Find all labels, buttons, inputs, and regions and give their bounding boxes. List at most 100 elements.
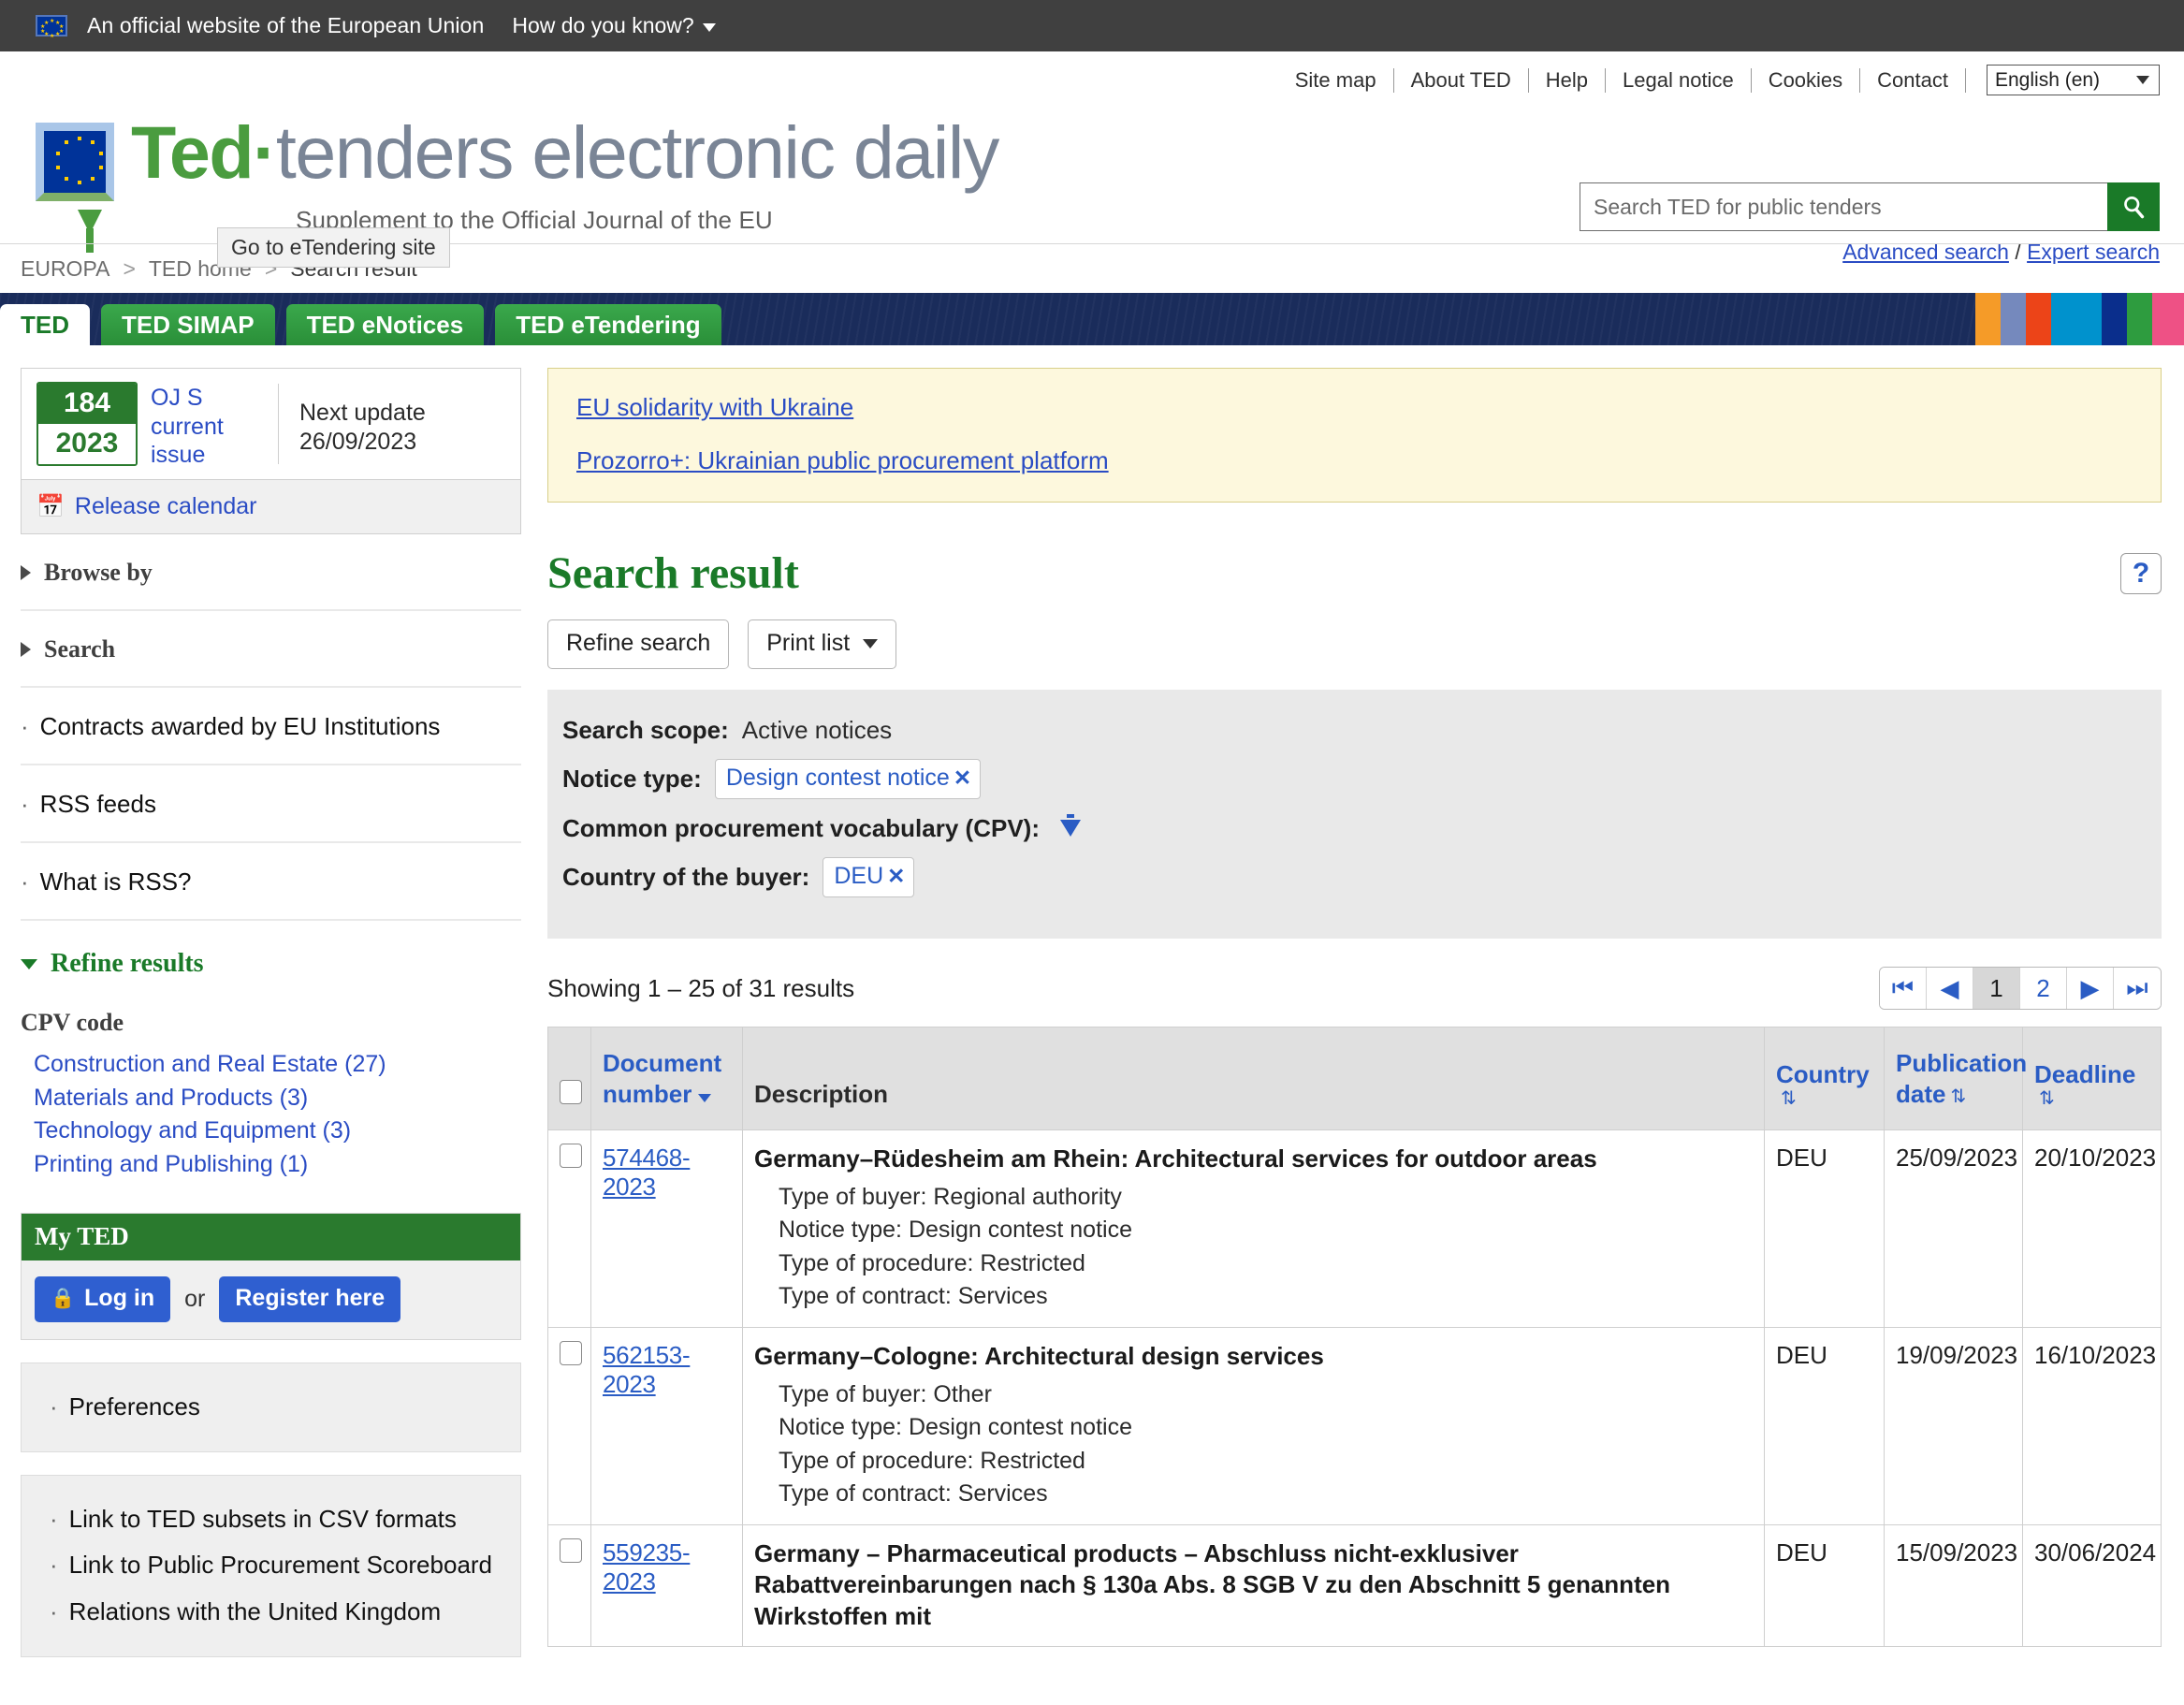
ted-logo[interactable]: Ted·tenders electronic daily Supplement … [36,115,999,253]
release-calendar-link[interactable]: 📅 Release calendar [22,479,520,533]
sidebar-section-browse-by[interactable]: Browse by [21,534,521,611]
breadcrumb-separator: > [123,255,136,281]
oj-next-update-label: Next update [299,400,426,426]
nav-about-ted[interactable]: About TED [1394,68,1528,93]
nav-contact[interactable]: Contact [1860,68,1965,93]
print-list-label: Print list [766,630,851,656]
notice-meta-line: Type of buyer: Regional authority [779,1183,1122,1210]
breadcrumb-europa[interactable]: EUROPA [21,256,109,282]
document-number-link[interactable]: 574468-2023 [603,1144,691,1201]
pagination-page-1[interactable]: 1 [1973,968,2020,1009]
pagination-next[interactable]: ▶ [2067,968,2114,1009]
cpv-item-technology[interactable]: Technology and Equipment (3) [21,1115,521,1148]
release-calendar-label: Release calendar [74,493,257,519]
notice-meta: Type of buyer: Other Notice type: Design… [754,1378,1753,1511]
register-button[interactable]: Register here [219,1276,401,1322]
sidebar-item-uk-relations[interactable]: · Relations with the United Kingdom [22,1589,520,1636]
notice-meta-line: Type of contract: Services [779,1283,1048,1310]
pagination-last[interactable]: ⏭ [2114,968,2161,1009]
print-list-button[interactable]: Print list [748,619,897,669]
sidebar-item-preferences[interactable]: · Preferences [22,1384,520,1431]
language-select[interactable]: English (en) [1987,65,2160,95]
row-publication-date-cell: 15/09/2023 [1884,1523,2023,1647]
sidebar-item-contracts-awarded[interactable]: · Contracts awarded by EU Institutions [21,688,521,765]
cpv-item-materials[interactable]: Materials and Products (3) [21,1082,521,1115]
header-publication-date[interactable]: Publication date ⇅ [1884,1027,2027,1130]
row-checkbox[interactable] [560,1144,582,1168]
oj-issue-link[interactable]: OJ S current issue [138,369,278,479]
sort-desc-icon [698,1093,712,1102]
notice-meta-line: Type of contract: Services [779,1480,1048,1508]
logo-ted-text: Ted [131,110,255,194]
sidebar-item-what-is-rss[interactable]: · What is RSS? [21,843,521,921]
search-input[interactable] [1580,182,2107,231]
row-deadline-cell: 16/10/2023 [2022,1326,2162,1525]
eu-solidarity-ukraine-link[interactable]: EU solidarity with Ukraine [576,393,2161,422]
tab-ted-enotices[interactable]: TED eNotices [285,304,485,345]
select-all-checkbox[interactable] [560,1080,582,1104]
row-select-cell [547,1129,591,1328]
row-checkbox[interactable] [560,1340,582,1365]
pagination-page-2[interactable]: 2 [2020,968,2067,1009]
search-scope-panel: Search scope: Active notices Notice type… [547,690,2162,939]
notice-meta-line: Notice type: Design contest notice [779,1217,1132,1244]
header-document-number[interactable]: Document number [590,1027,743,1130]
row-document-number-cell: 559235-2023 [590,1523,743,1647]
notice-type-row: Notice type: Design contest notice ✕ [562,759,2162,799]
tab-ted-simap[interactable]: TED SIMAP [101,304,275,345]
oj-issue-number: 184 [38,384,136,424]
row-checkbox[interactable] [560,1537,582,1563]
sidebar-item-label: Link to TED subsets in CSV formats [68,1504,457,1533]
oj-issue-badge[interactable]: 184 2023 [36,382,138,466]
prozorro-link[interactable]: Prozorro+: Ukrainian public procurement … [576,446,2161,475]
nav-site-map[interactable]: Site map [1295,68,1393,93]
nav-help[interactable]: Help [1529,68,1605,93]
refine-results-toggle[interactable]: Refine results [21,921,521,979]
preferences-label: Preferences [68,1392,200,1421]
refine-search-button[interactable]: Refine search [547,619,730,669]
nav-cookies[interactable]: Cookies [1752,68,1859,93]
help-button[interactable]: ? [2120,553,2162,594]
logo-dot: · [253,110,277,194]
filter-funnel-icon[interactable] [1059,814,1081,837]
sort-icon: ⇅ [2039,1088,2055,1109]
document-number-link[interactable]: 562153-2023 [603,1341,691,1398]
header-deadline[interactable]: Deadline⇅ [2022,1027,2162,1130]
result-actions: Refine search Print list [547,619,2162,669]
pagination-first[interactable]: ⏮ [1880,968,1927,1009]
logo-tagline-text: tenders electronic daily [275,110,999,194]
sidebar-item-csv-subsets[interactable]: · Link to TED subsets in CSV formats [22,1496,520,1543]
tab-ted[interactable]: TED [0,304,90,345]
etendering-tooltip: Go to eTendering site [217,227,450,268]
sidebar-browse-by-label: Browse by [44,559,153,586]
country-chip[interactable]: DEU ✕ [823,857,915,897]
notice-meta: Type of buyer: Regional authority Notice… [754,1181,1753,1314]
cpv-label: Common procurement vocabulary (CPV): [562,813,1040,842]
how-do-you-know-toggle[interactable]: How do you know? [512,13,716,38]
search-button[interactable] [2107,182,2160,231]
nav-legal-notice[interactable]: Legal notice [1606,68,1751,93]
tab-ted-etendering[interactable]: TED eTendering [495,304,721,345]
table-header-row: Document number Description Country⇅ Pub… [547,1027,2162,1130]
notice-title: Germany–Cologne: Architectural design se… [754,1341,1324,1370]
cpv-item-printing[interactable]: Printing and Publishing (1) [21,1148,521,1182]
notice-meta-line: Type of procedure: Restricted [779,1249,1085,1276]
document-number-link[interactable]: 559235-2023 [603,1538,691,1596]
chevron-down-icon [2136,76,2149,84]
login-button[interactable]: 🔒 Log in [35,1276,171,1322]
select-all-header [547,1027,591,1130]
cpv-item-construction[interactable]: Construction and Real Estate (27) [21,1048,521,1082]
tab-ted-etendering-label: TED eTendering [516,310,701,339]
remove-filter-icon[interactable]: ✕ [887,864,905,889]
notice-type-chip[interactable]: Design contest notice ✕ [714,759,982,799]
notice-meta-line: Notice type: Design contest notice [779,1414,1132,1441]
sidebar-item-scoreboard[interactable]: · Link to Public Procurement Scoreboard [22,1542,520,1589]
sidebar-section-search[interactable]: Search [21,611,521,688]
header-country[interactable]: Country⇅ [1764,1027,1885,1130]
pagination-prev[interactable]: ◀ [1927,968,1973,1009]
row-document-number-cell: 562153-2023 [590,1326,743,1525]
header-deadline-label: Deadline [2034,1059,2136,1088]
sidebar-item-rss-feeds[interactable]: · RSS feeds [21,765,521,843]
remove-filter-icon[interactable]: ✕ [954,765,971,791]
row-select-cell [547,1523,591,1647]
